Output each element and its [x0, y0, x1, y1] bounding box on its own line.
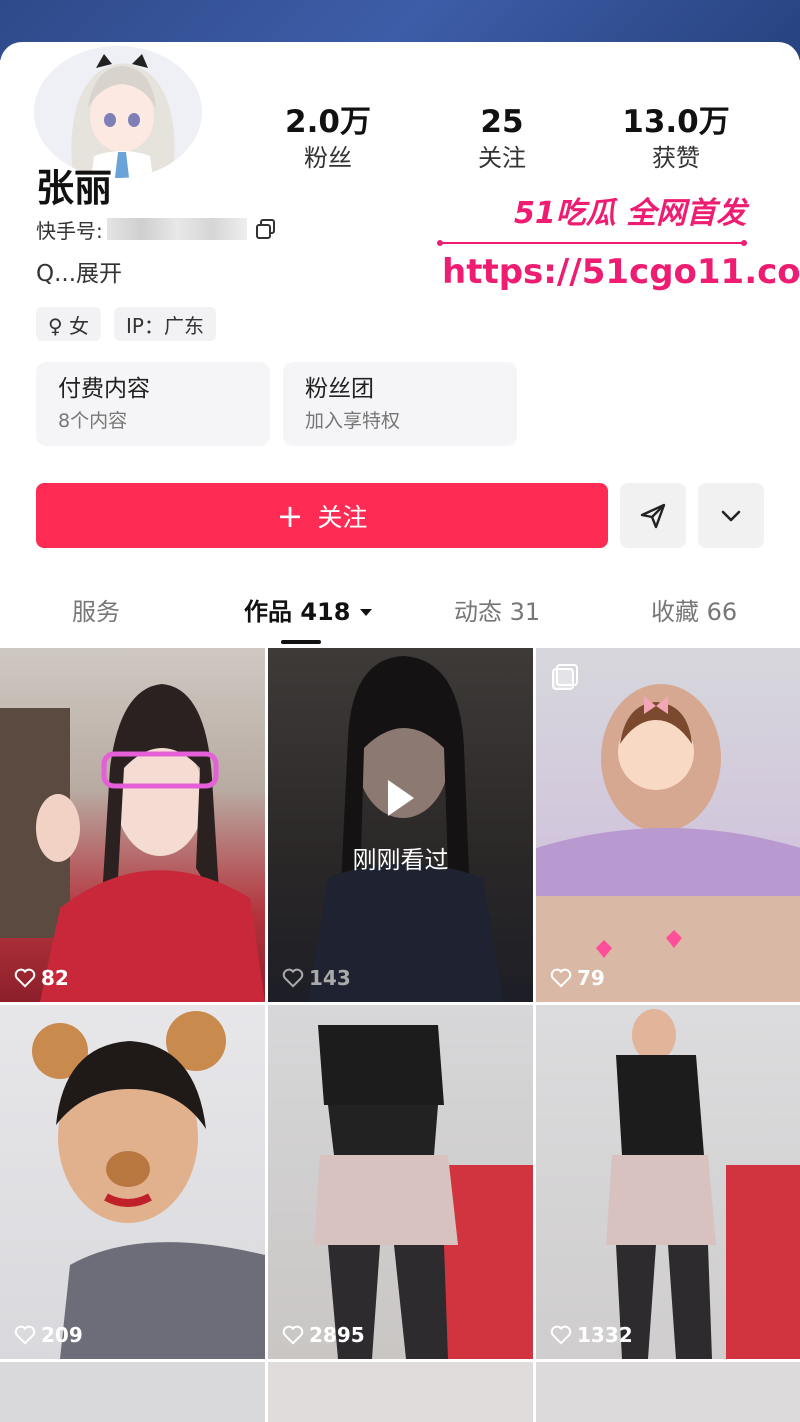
like-count-value: 1332 [577, 1323, 633, 1347]
video-tile[interactable] [268, 1362, 533, 1422]
video-tile[interactable] [0, 1362, 265, 1422]
caret-down-icon [360, 609, 373, 616]
heart-icon [282, 968, 304, 988]
tab-works[interactable]: 作品 418 [244, 592, 374, 632]
video-tile[interactable]: 刚刚看过 143 [268, 648, 533, 1002]
kuaishou-id-value-blurred [106, 218, 247, 240]
video-tile[interactable]: 209 [0, 1005, 265, 1359]
heart-icon [282, 1325, 304, 1345]
tab-moments[interactable]: 动态 31 [454, 592, 540, 632]
stat-following[interactable]: 25 关注 [422, 102, 582, 174]
plus-icon: + [276, 496, 304, 535]
tab-services[interactable]: 服务 [72, 592, 120, 632]
profile-bio[interactable]: Q...展开 [36, 258, 122, 290]
like-count-value: 79 [577, 966, 605, 990]
video-thumbnail [308, 656, 503, 1002]
heart-icon [550, 1325, 572, 1345]
watermark-title: 51吃瓜 全网首发 [514, 196, 747, 231]
send-icon [640, 503, 666, 528]
video-thumbnail [32, 1011, 265, 1359]
like-count-value: 2895 [309, 1323, 365, 1347]
like-count: 209 [14, 1323, 83, 1347]
gallery-icon [552, 664, 578, 690]
like-count-value: 82 [41, 966, 69, 990]
follow-button[interactable]: + 关注 [36, 483, 608, 548]
avatar[interactable] [30, 42, 206, 182]
paid-content-card[interactable]: 付费内容 8个内容 [36, 362, 270, 446]
chevron-down-icon [721, 510, 741, 521]
stat-likes[interactable]: 13.0万 获赞 [596, 102, 756, 174]
like-count: 79 [550, 966, 605, 990]
heart-icon [14, 1325, 36, 1345]
likes-count: 13.0万 [622, 104, 730, 140]
tab-works-label: 作品 418 [244, 598, 351, 626]
like-count-value: 143 [309, 966, 351, 990]
like-count: 143 [282, 966, 351, 990]
more-button[interactable] [698, 483, 764, 548]
gender-tag: ♀ 女 [36, 307, 102, 341]
video-tile[interactable]: 1332 [536, 1005, 800, 1359]
profile-name: 张丽 [36, 166, 113, 210]
video-tile[interactable]: 79 [536, 648, 800, 1002]
tab-favorites[interactable]: 收藏 66 [651, 592, 737, 632]
video-tile[interactable]: 82 [0, 648, 265, 1002]
followers-label: 粉丝 [304, 144, 352, 172]
follow-button-label: 关注 [317, 502, 368, 532]
play-icon [388, 780, 414, 816]
like-count-value: 209 [41, 1323, 83, 1347]
watermark: 51吃瓜 全网首发 https://51cgo11.com [430, 188, 800, 306]
share-button[interactable] [620, 483, 686, 548]
fan-club-subtitle: 加入享特权 [305, 410, 401, 432]
kuaishou-id-label: 快手号: [36, 218, 103, 243]
following-label: 关注 [478, 144, 526, 172]
fan-club-title: 粉丝团 [305, 376, 374, 402]
following-count: 25 [480, 104, 524, 140]
like-count: 2895 [282, 1323, 365, 1347]
video-thumbnail [314, 1025, 533, 1359]
heart-icon [14, 968, 36, 988]
like-count: 1332 [550, 1323, 633, 1347]
kuaishou-id-row: 快手号: [36, 214, 277, 244]
video-thumbnail [606, 1009, 800, 1359]
heart-icon [550, 968, 572, 988]
video-thumbnail [0, 684, 265, 1002]
like-count: 82 [14, 966, 69, 990]
video-tile[interactable]: 2895 [268, 1005, 533, 1359]
video-thumbnail [536, 684, 800, 1002]
watermark-url: https://51cgo11.com [442, 252, 800, 292]
video-tile[interactable] [536, 1362, 800, 1422]
active-tab-indicator [281, 640, 321, 644]
paid-content-title: 付费内容 [58, 376, 150, 402]
fan-club-card[interactable]: 粉丝团 加入享特权 [283, 362, 517, 446]
recently-viewed-label: 刚刚看过 [352, 846, 449, 874]
paid-content-subtitle: 8个内容 [58, 410, 128, 432]
stat-followers[interactable]: 2.0万 粉丝 [248, 102, 408, 174]
followers-count: 2.0万 [285, 104, 371, 140]
likes-label: 获赞 [652, 144, 700, 172]
watermark-circuit-line [437, 240, 747, 246]
ip-location-tag: IP：广东 [114, 307, 216, 341]
copy-icon[interactable] [255, 218, 277, 240]
